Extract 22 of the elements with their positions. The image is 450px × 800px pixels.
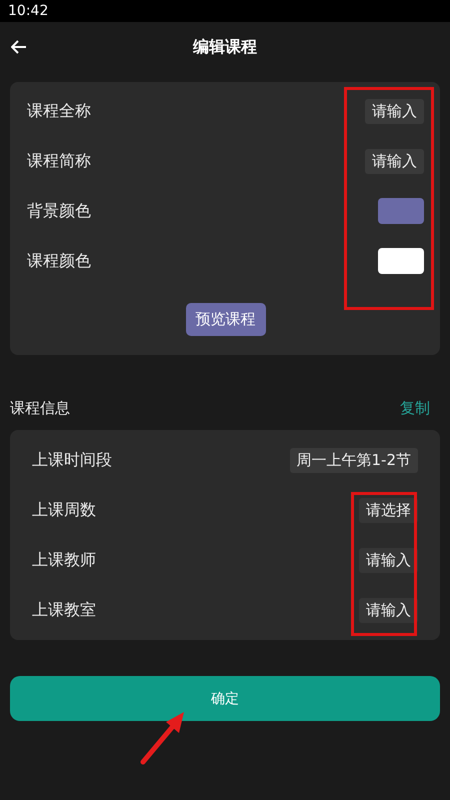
input-field[interactable]: 请输入 [365, 148, 424, 174]
field-label: 背景颜色 [27, 200, 91, 222]
field-label: 课程颜色 [27, 250, 91, 272]
status-time: 10:42 [8, 3, 48, 19]
color-swatch[interactable] [378, 198, 424, 224]
color-swatch[interactable] [378, 248, 424, 274]
field-label: 上课教师 [32, 550, 96, 570]
field-label: 上课教室 [32, 600, 96, 620]
input-field[interactable]: 请输入 [359, 548, 418, 572]
field-label: 课程简称 [27, 150, 91, 172]
input-field[interactable]: 周一上午第1-2节 [290, 448, 418, 472]
page-title: 编辑课程 [193, 36, 257, 58]
field-label: 上课时间段 [32, 450, 112, 470]
input-field[interactable]: 请输入 [365, 98, 424, 124]
field-label: 课程全称 [27, 100, 91, 122]
preview-button[interactable]: 预览课程 [186, 303, 266, 336]
back-icon[interactable] [11, 40, 27, 54]
input-field[interactable]: 请输入 [359, 598, 418, 622]
section-title: 课程信息 [10, 398, 70, 418]
field-label: 上课周数 [32, 500, 96, 520]
copy-link[interactable]: 复制 [400, 398, 430, 418]
input-field[interactable]: 请选择 [359, 498, 418, 522]
